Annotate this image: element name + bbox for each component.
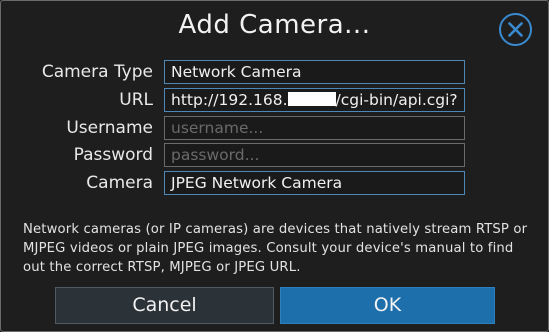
camera-type-row: Camera Type Network Camera xyxy=(1,60,548,84)
dialog-title: Add Camera... xyxy=(178,10,371,40)
camera-label: Camera xyxy=(86,173,153,193)
password-placeholder: password... xyxy=(171,146,260,164)
url-value-suffix: /cgi-bin/api.cgi? xyxy=(335,91,458,109)
close-button[interactable] xyxy=(499,13,532,46)
url-field[interactable]: http://192.168. /cgi-bin/api.cgi? xyxy=(164,88,465,112)
url-value-prefix: http://192.168. xyxy=(171,91,288,109)
url-row: URL http://192.168. /cgi-bin/api.cgi? xyxy=(1,88,548,112)
camera-type-field[interactable]: Network Camera xyxy=(164,60,465,84)
camera-row: Camera JPEG Network Camera xyxy=(1,171,548,195)
password-label: Password xyxy=(73,145,153,165)
password-field[interactable]: password... xyxy=(164,143,465,167)
password-row: Password password... xyxy=(1,143,548,167)
username-row: Username username... xyxy=(1,116,548,140)
url-label: URL xyxy=(119,90,153,110)
camera-field[interactable]: JPEG Network Camera xyxy=(164,171,465,195)
camera-type-value: Network Camera xyxy=(171,63,302,81)
ok-button[interactable]: OK xyxy=(280,287,495,324)
username-placeholder: username... xyxy=(171,119,264,137)
camera-type-label: Camera Type xyxy=(41,62,153,82)
description-text: Network cameras (or IP cameras) are devi… xyxy=(23,222,528,275)
close-icon xyxy=(508,22,523,37)
add-camera-dialog: Add Camera... Camera Type Network Camera… xyxy=(0,0,549,332)
redacted-block xyxy=(287,92,336,106)
username-field[interactable]: username... xyxy=(164,116,465,140)
cancel-button[interactable]: Cancel xyxy=(55,287,274,324)
username-label: Username xyxy=(66,118,153,138)
camera-value: JPEG Network Camera xyxy=(171,174,343,192)
